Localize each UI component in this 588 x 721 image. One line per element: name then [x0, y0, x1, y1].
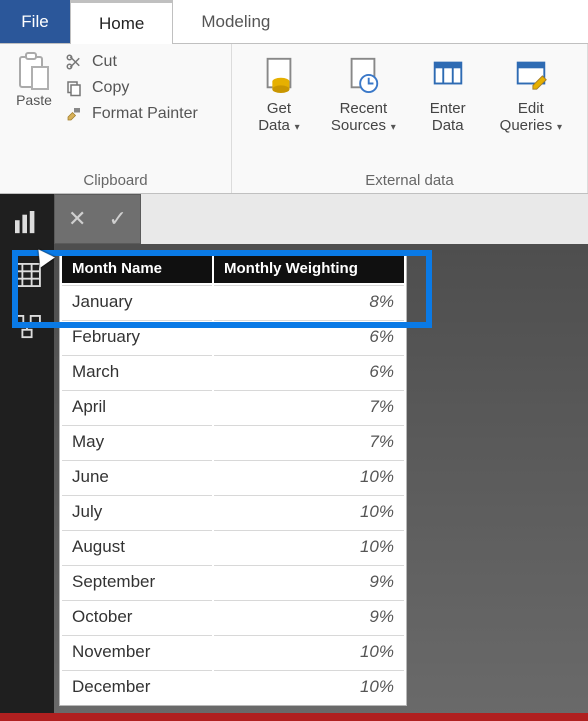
edit-l2: Queries	[500, 117, 553, 134]
report-view-icon[interactable]	[12, 210, 42, 236]
recent-l1: Recent	[340, 100, 388, 117]
format-painter-label: Format Painter	[92, 105, 198, 123]
enter-l1: Enter	[430, 100, 466, 117]
cell-weight[interactable]: 8%	[214, 285, 404, 318]
data-canvas: Month Name Monthly Weighting January8%Fe…	[54, 244, 588, 721]
cell-weight[interactable]: 10%	[214, 460, 404, 493]
model-view-icon[interactable]	[12, 314, 42, 340]
table-row[interactable]: March6%	[62, 355, 404, 388]
tab-modeling[interactable]: Modeling	[173, 0, 299, 43]
table-header-row: Month Name Monthly Weighting	[62, 254, 404, 283]
table-row[interactable]: September9%	[62, 565, 404, 598]
cell-month[interactable]: October	[62, 600, 212, 633]
tab-home[interactable]: Home	[70, 0, 173, 44]
table-row[interactable]: January8%	[62, 285, 404, 318]
cell-weight[interactable]: 7%	[214, 425, 404, 458]
format-painter-button[interactable]: Format Painter	[64, 104, 198, 124]
cell-month[interactable]: January	[62, 285, 212, 318]
col-header-month[interactable]: Month Name	[62, 254, 212, 283]
group-label-clipboard: Clipboard	[10, 168, 221, 191]
enter-l2: Data	[432, 117, 464, 134]
copy-label: Copy	[92, 79, 129, 97]
recent-sources-button[interactable]: Recent Sources ▾	[323, 50, 404, 137]
tab-file[interactable]: File	[0, 0, 70, 43]
ribbon-group-external-data: Get Data ▾ Recent Sources ▾ Enter Data	[232, 44, 588, 193]
cell-weight[interactable]: 6%	[214, 355, 404, 388]
get-data-button[interactable]: Get Data ▾	[249, 50, 309, 137]
database-icon	[257, 52, 301, 96]
chevron-down-icon: ▾	[554, 122, 562, 133]
edit-queries-button[interactable]: Edit Queries ▾	[492, 50, 570, 137]
col-header-weight[interactable]: Monthly Weighting	[214, 254, 404, 283]
paste-label: Paste	[16, 92, 52, 108]
cell-weight[interactable]: 9%	[214, 600, 404, 633]
commit-formula-button[interactable]: ✓	[108, 206, 126, 232]
cell-weight[interactable]: 6%	[214, 320, 404, 353]
cell-month[interactable]: June	[62, 460, 212, 493]
clipboard-icon	[17, 52, 51, 92]
table-row[interactable]: May7%	[62, 425, 404, 458]
get-data-l2: Data	[258, 117, 290, 134]
group-label-external: External data	[242, 168, 577, 191]
cell-weight[interactable]: 7%	[214, 390, 404, 423]
cell-month[interactable]: February	[62, 320, 212, 353]
cell-month[interactable]: August	[62, 530, 212, 563]
table-row[interactable]: February6%	[62, 320, 404, 353]
ribbon: Paste Cut Copy	[0, 44, 588, 194]
formula-bar: ✕ ✓	[54, 194, 588, 244]
edit-l1: Edit	[518, 100, 544, 117]
table-row[interactable]: November10%	[62, 635, 404, 668]
work-area: ✕ ✓ Month Name Monthly Weighting January…	[0, 194, 588, 721]
cell-month[interactable]: July	[62, 495, 212, 528]
cell-month[interactable]: April	[62, 390, 212, 423]
status-bar	[0, 713, 588, 721]
cell-weight[interactable]: 10%	[214, 635, 404, 668]
copy-button[interactable]: Copy	[64, 78, 198, 98]
cell-month[interactable]: December	[62, 670, 212, 703]
ribbon-group-clipboard: Paste Cut Copy	[0, 44, 232, 193]
chevron-down-icon: ▾	[388, 122, 396, 133]
table-row[interactable]: June10%	[62, 460, 404, 493]
cell-weight[interactable]: 10%	[214, 495, 404, 528]
cancel-formula-button[interactable]: ✕	[68, 206, 86, 232]
cut-button[interactable]: Cut	[64, 52, 198, 72]
table-row[interactable]: August10%	[62, 530, 404, 563]
cut-label: Cut	[92, 53, 117, 71]
recent-l2: Sources	[331, 117, 386, 134]
recent-icon	[341, 52, 385, 96]
data-table[interactable]: Month Name Monthly Weighting January8%Fe…	[60, 252, 406, 705]
cell-weight[interactable]: 10%	[214, 670, 404, 703]
table-row[interactable]: July10%	[62, 495, 404, 528]
copy-icon	[64, 78, 84, 98]
paste-button[interactable]: Paste	[10, 50, 58, 108]
paintbrush-icon	[64, 104, 84, 124]
table-row[interactable]: December10%	[62, 670, 404, 703]
cell-weight[interactable]: 10%	[214, 530, 404, 563]
formula-input[interactable]	[141, 194, 588, 244]
table-row[interactable]: April7%	[62, 390, 404, 423]
get-data-l1: Get	[267, 100, 291, 117]
cell-month[interactable]: March	[62, 355, 212, 388]
data-view-icon[interactable]	[12, 262, 42, 288]
cell-weight[interactable]: 9%	[214, 565, 404, 598]
tab-strip: File Home Modeling	[0, 0, 588, 44]
cell-month[interactable]: May	[62, 425, 212, 458]
cell-month[interactable]: September	[62, 565, 212, 598]
cell-month[interactable]: November	[62, 635, 212, 668]
table-icon	[426, 52, 470, 96]
chevron-down-icon: ▾	[292, 122, 300, 133]
table-row[interactable]: October9%	[62, 600, 404, 633]
edit-table-icon	[509, 52, 553, 96]
view-switcher	[0, 194, 54, 721]
scissors-icon	[64, 52, 84, 72]
enter-data-button[interactable]: Enter Data	[418, 50, 478, 137]
